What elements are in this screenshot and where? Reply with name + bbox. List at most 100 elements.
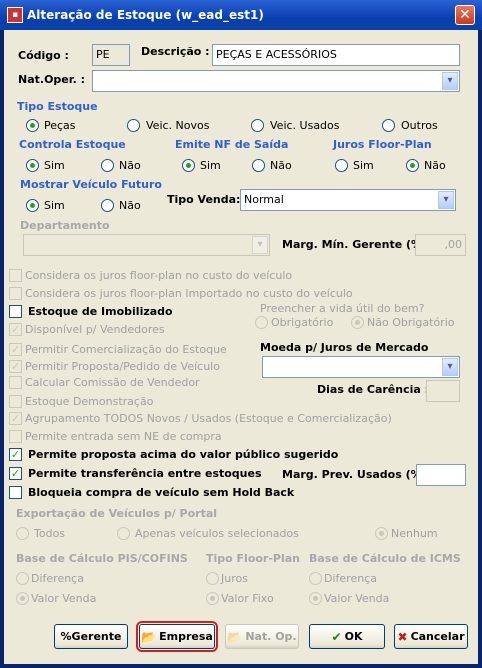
chk-permitir-proposta[interactable]: ✓ (9, 360, 22, 373)
chk-bloqueia-hold-back-label: Bloqueia compra de veículo sem Hold Back (28, 486, 295, 499)
chk-transferencia-estoques-label: Permite transferência entre estoques (28, 467, 262, 480)
radio-mostrar-nao[interactable] (101, 199, 114, 212)
close-button[interactable]: ✕ (455, 5, 475, 25)
radio-veic-usados[interactable] (251, 119, 264, 132)
moeda-label: Moeda p/ Juros de Mercado (260, 341, 429, 354)
chk-agrupamento-todos-label: Agrupamento TODOS Novos / Usados (Estoqu… (25, 412, 392, 425)
window: ▪ Alteração de Estoque (w_ead_est1) ✕ Có… (0, 0, 482, 668)
chk-estoque-imobilizado-label: Estoque de Imobilizado (28, 305, 173, 318)
chk-proposta-acima[interactable]: ✓ (9, 448, 22, 461)
margem-min-field[interactable]: ,00 (415, 234, 466, 256)
radio-pis-diferenca[interactable] (16, 572, 29, 585)
radio-emite-sim[interactable] (182, 159, 195, 172)
chevron-down-icon[interactable]: ▾ (442, 358, 458, 376)
window-title: Alteração de Estoque (w_ead_est1) (27, 8, 264, 22)
margem-prev-field[interactable] (416, 464, 466, 486)
chk-permitir-proposta-label: Permitir Proposta/Pedido de Veículo (25, 360, 220, 373)
chk-disponivel-vendedores[interactable]: ✓ (9, 323, 22, 336)
radio-outros[interactable] (382, 119, 395, 132)
descricao-field[interactable]: PEÇAS E ACESSÓRIOS (212, 44, 460, 66)
chk-permitir-comercializacao[interactable]: ✓ (9, 343, 22, 356)
exportacao-title: Exportação de Veículos p/ Portal (16, 507, 218, 520)
emite-nf-title: Emite NF de Saída (175, 138, 289, 151)
chevron-down-icon[interactable]: ▾ (442, 72, 458, 90)
radio-juros-sim[interactable] (335, 159, 348, 172)
natoper-select[interactable]: ▾ (92, 70, 460, 92)
radio-controla-sim-label: Sim (44, 159, 65, 172)
mostrar-veiculo-title: Mostrar Veículo Futuro (20, 178, 162, 191)
departamento-select[interactable]: ▾ (23, 234, 270, 256)
radio-juros-nao[interactable] (406, 159, 419, 172)
chk-bloqueia-hold-back[interactable] (9, 486, 22, 499)
radio-icms-valor-venda[interactable] (309, 592, 322, 605)
radio-obrigatorio-label: Obrigatório (271, 316, 334, 329)
radio-controla-nao[interactable] (101, 159, 114, 172)
app-icon: ▪ (7, 7, 23, 23)
radio-emite-sim-label: Sim (200, 159, 221, 172)
radio-controla-nao-label: Não (119, 159, 141, 172)
base-pis-title: Base de Cálculo PIS/COFINS (16, 552, 188, 565)
radio-exportar-todos[interactable] (16, 527, 29, 540)
radio-mostrar-nao-label: Não (119, 199, 141, 212)
chk-juros-floor-custo[interactable] (9, 269, 22, 282)
radio-pis-valor-venda-label: Valor Venda (31, 592, 97, 605)
radio-icms-diferenca[interactable] (309, 572, 322, 585)
check-icon: ✔ (331, 629, 342, 644)
radio-exportar-apenas-label: Apenas veículos selecionados (135, 527, 299, 540)
chk-juros-floor-importado-label: Considera os juros floor-plan Importado … (25, 287, 353, 300)
codigo-label: Código : (18, 49, 69, 62)
chk-estoque-demonstracao[interactable] (9, 395, 22, 408)
ok-button[interactable]: ✔ OK (309, 624, 385, 649)
radio-mostrar-sim-label: Sim (44, 199, 65, 212)
chk-calcular-comissao[interactable] (9, 376, 22, 389)
tipo-venda-select[interactable]: Normal ▾ (240, 189, 456, 211)
moeda-select[interactable]: ▾ (262, 356, 460, 378)
gerente-button[interactable]: %Gerente (54, 624, 128, 649)
chevron-down-icon[interactable]: ▾ (252, 236, 268, 254)
chk-juros-floor-importado[interactable] (9, 287, 22, 300)
vida-util-title: Preencher a vida útil do bem? (260, 302, 425, 315)
chk-juros-floor-custo-label: Considera os juros floor-plan no custo d… (25, 269, 293, 282)
base-icms-title: Base de Cálculo de ICMS (309, 552, 461, 565)
radio-emite-nao[interactable] (252, 159, 265, 172)
radio-mostrar-sim[interactable] (26, 199, 39, 212)
radio-veic-novos[interactable] (127, 119, 140, 132)
chevron-down-icon[interactable]: ▾ (438, 191, 454, 209)
juros-floor-title: Juros Floor-Plan (333, 138, 432, 151)
chk-entrada-sem-ne[interactable] (9, 430, 22, 443)
dias-carencia-field[interactable] (426, 380, 460, 402)
codigo-field[interactable]: PE (92, 44, 130, 66)
radio-floor-juros-label: Juros (221, 572, 248, 585)
radio-emite-nao-label: Não (270, 159, 292, 172)
empresa-button[interactable]: 📂 Empresa (136, 621, 218, 652)
cancelar-button[interactable]: ✖ Cancelar (394, 624, 468, 649)
chk-transferencia-estoques[interactable]: ✓ (9, 467, 22, 480)
radio-floor-juros[interactable] (206, 572, 219, 585)
radio-exportar-nenhum-label: Nenhum (391, 527, 438, 540)
tipo-estoque-title: Tipo Estoque (17, 100, 98, 113)
tipo-venda-label: Tipo Venda: (167, 193, 241, 206)
radio-pecas[interactable] (26, 119, 39, 132)
radio-exportar-nenhum[interactable] (375, 527, 388, 540)
chk-disponivel-vendedores-label: Disponível p/ Vendedores (25, 323, 165, 336)
radio-controla-sim[interactable] (26, 159, 39, 172)
radio-outros-label: Outros (401, 119, 438, 132)
natoper-label: Nat.Oper. : (18, 73, 86, 86)
folder-icon: 📂 (227, 629, 243, 644)
chk-agrupamento-todos[interactable]: ✓ (9, 412, 22, 425)
radio-floor-valor-fixo[interactable] (206, 592, 219, 605)
title-bar: ▪ Alteração de Estoque (w_ead_est1) ✕ (0, 0, 482, 30)
folder-icon: 📂 (141, 629, 157, 644)
radio-icms-diferenca-label: Diferença (324, 572, 377, 585)
radio-obrigatorio[interactable] (255, 316, 268, 329)
dialog-body: Código : PE Descrição : PEÇAS E ACESSÓRI… (4, 30, 478, 664)
margem-min-label: Marg. Mín. Gerente (%): (282, 238, 432, 251)
radio-floor-valor-fixo-label: Valor Fixo (221, 592, 274, 605)
chk-estoque-imobilizado[interactable] (9, 305, 22, 318)
radio-nao-obrigatorio[interactable] (351, 316, 364, 329)
radio-exportar-apenas[interactable] (117, 527, 130, 540)
radio-veic-usados-label: Veic. Usados (270, 119, 340, 132)
radio-pis-valor-venda[interactable] (16, 592, 29, 605)
natop-button[interactable]: 📂 Nat. Op. (225, 624, 299, 649)
radio-exportar-todos-label: Todos (34, 527, 66, 540)
